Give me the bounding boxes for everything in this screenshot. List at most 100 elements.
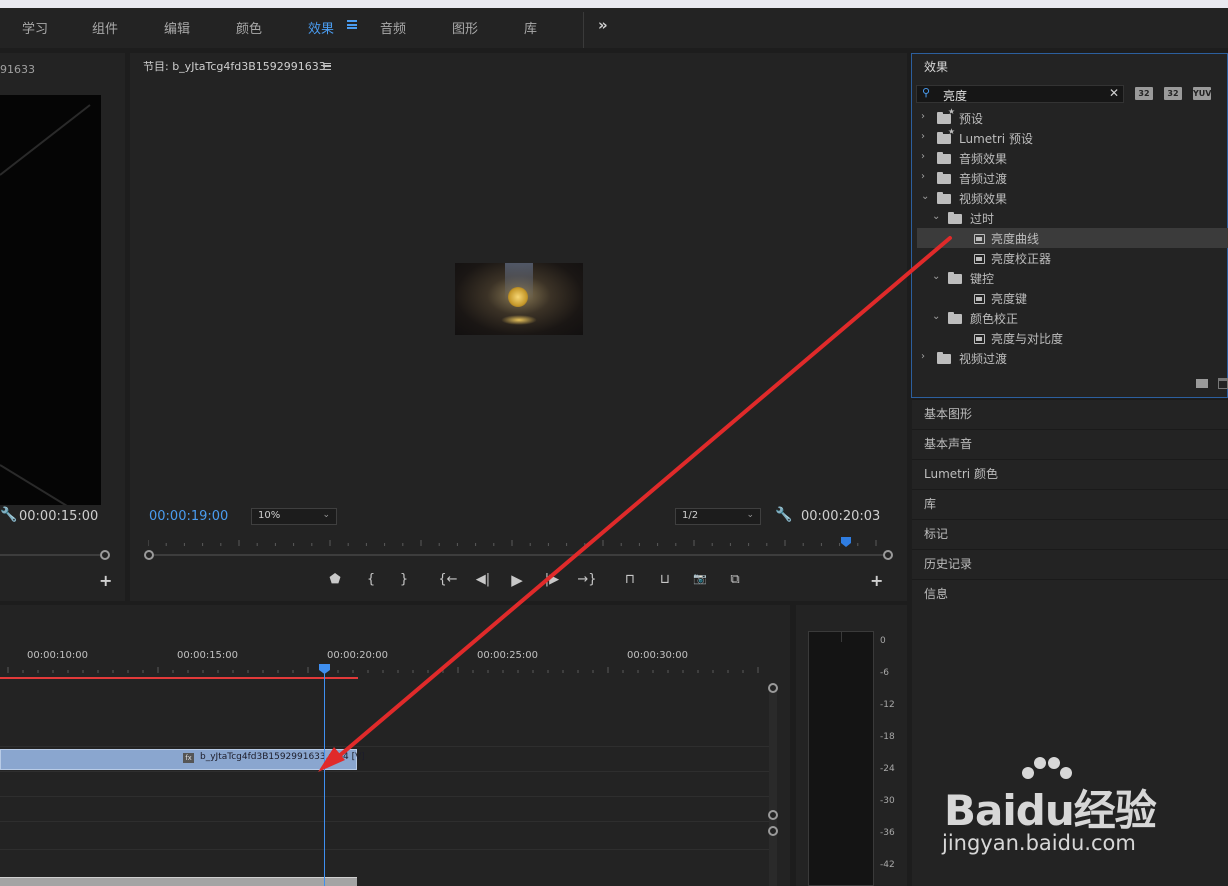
side-panel-tab[interactable]: 历史记录 xyxy=(912,549,1228,579)
step-forward-button[interactable]: |▶ xyxy=(541,572,563,587)
effects-tree-item[interactable]: › 预设 xyxy=(917,107,1228,128)
meter-label: -24 xyxy=(880,764,895,774)
comparison-view-button[interactable]: ⧉ xyxy=(724,572,746,587)
delete-icon[interactable] xyxy=(1218,378,1228,389)
effects-tree-item[interactable]: ⌄ 颜色校正 xyxy=(917,308,1228,328)
effects-tree-item[interactable]: 亮度与对比度 xyxy=(917,328,1228,348)
timeline-panel: 00:00:10:00 00:00:15:00 00:00:20:00 00:0… xyxy=(0,605,790,886)
effects-tree-item[interactable]: 亮度键 xyxy=(917,288,1228,308)
chevron-right-icon[interactable]: › xyxy=(921,351,925,362)
program-menu-icon[interactable] xyxy=(323,63,331,70)
effects-tree-item[interactable]: › 视频过渡 xyxy=(917,348,1228,368)
side-panel-tab[interactable]: Lumetri 颜色 xyxy=(912,459,1228,489)
scroll-top-handle[interactable] xyxy=(768,683,778,693)
source-add-button[interactable]: + xyxy=(99,571,112,590)
tab-learning[interactable]: 学习 xyxy=(22,18,48,37)
export-frame-button[interactable]: 📷 xyxy=(689,572,711,585)
clear-search-icon[interactable]: ✕ xyxy=(1109,86,1119,100)
video-clip[interactable]: fx b_yJtaTcg4fd3B1592991633.mp4 [V] xyxy=(0,749,365,770)
zoom-select[interactable]: 10% ⌄ xyxy=(251,508,337,525)
mark-out-button[interactable]: } xyxy=(393,572,415,587)
effects-tree-item[interactable]: 亮度曲线 xyxy=(917,228,1228,248)
watermark-logo-text: Baidu经验 xyxy=(944,786,1157,835)
program-scrub-track[interactable] xyxy=(154,554,884,556)
go-to-in-button[interactable]: {← xyxy=(437,572,459,587)
workspace-divider xyxy=(583,12,584,48)
meter-label: 0 xyxy=(880,636,886,646)
audio-clip[interactable] xyxy=(0,877,357,886)
32bit-effects-filter-icon[interactable]: 32 xyxy=(1164,87,1182,100)
step-back-button[interactable]: ◀| xyxy=(472,572,494,587)
more-workspaces-icon[interactable]: » xyxy=(598,16,608,34)
effects-tree-label: Lumetri 预设 xyxy=(959,132,1033,146)
side-panel-tab[interactable]: 信息 xyxy=(912,579,1228,609)
work-area-bar[interactable] xyxy=(0,677,358,679)
effects-tree-label: 键控 xyxy=(970,272,995,286)
zoom-select-value: 10% xyxy=(258,510,281,521)
timeline-vertical-scrollbar[interactable] xyxy=(769,689,777,886)
chevron-down-icon[interactable]: ⌄ xyxy=(932,311,940,322)
resolution-select[interactable]: 1/2 ⌄ xyxy=(675,508,761,525)
chevron-right-icon[interactable]: › xyxy=(921,131,925,142)
effects-tree-item[interactable]: ⌄ 过时 xyxy=(917,208,1228,228)
chevron-right-icon[interactable]: › xyxy=(921,151,925,162)
source-monitor-title: 91633 xyxy=(0,63,35,76)
effects-tree-item[interactable]: ⌄ 键控 xyxy=(917,268,1228,288)
side-panel-tab[interactable]: 基本图形 xyxy=(912,399,1228,429)
chevron-down-icon[interactable]: ⌄ xyxy=(932,211,940,222)
side-panel-tab[interactable]: 库 xyxy=(912,489,1228,519)
program-settings-icon[interactable]: 🔧 xyxy=(775,507,792,523)
tab-graphics[interactable]: 图形 xyxy=(452,18,478,37)
chevron-right-icon[interactable]: › xyxy=(921,111,925,122)
scroll-mid-handle[interactable] xyxy=(768,826,778,836)
effects-tree-item[interactable]: ⌄ 视频效果 xyxy=(917,188,1228,208)
chevron-down-icon[interactable]: ⌄ xyxy=(932,271,940,282)
source-scrub-track[interactable] xyxy=(0,554,100,556)
preset-folder-icon xyxy=(937,127,955,144)
effects-tree-label: 预设 xyxy=(959,112,984,126)
effects-tree-item[interactable]: › 音频过渡 xyxy=(917,168,1228,188)
new-bin-icon[interactable] xyxy=(1196,379,1208,388)
chevron-down-icon[interactable]: ⌄ xyxy=(921,191,929,202)
tab-effects[interactable]: 效果 xyxy=(308,18,334,37)
ruler-label: 00:00:25:00 xyxy=(477,650,539,661)
yuv-effects-filter-icon[interactable]: YUV xyxy=(1193,87,1211,100)
chevron-down-icon: ⌄ xyxy=(322,510,330,520)
effects-search-input[interactable]: ⚲ 亮度 ✕ xyxy=(916,85,1124,103)
program-add-button[interactable]: + xyxy=(870,571,883,590)
effects-tree-item[interactable]: › Lumetri 预设 xyxy=(917,127,1228,148)
play-button[interactable]: ▶ xyxy=(506,571,528,589)
program-monitor: 节目: b_yJtaTcg4fd3B1592991633 00:00:19:00… xyxy=(130,53,907,601)
tab-assembly[interactable]: 组件 xyxy=(92,18,118,37)
extract-button[interactable]: ⊔ xyxy=(654,572,676,587)
source-zoom-handle[interactable] xyxy=(100,550,110,560)
clip-name: b_yJtaTcg4fd3B1592991633.mp4 [V] xyxy=(200,752,365,762)
chevron-right-icon[interactable]: › xyxy=(921,171,925,182)
side-panel-tab[interactable]: 基本声音 xyxy=(912,429,1228,459)
lift-button[interactable]: ⊓ xyxy=(619,572,641,587)
tab-libraries[interactable]: 库 xyxy=(524,18,537,37)
effects-tree-item[interactable]: 亮度校正器 xyxy=(917,248,1228,268)
scroll-mid-handle[interactable] xyxy=(768,810,778,820)
source-settings-icon[interactable]: 🔧 xyxy=(0,507,17,523)
go-to-out-button[interactable]: →} xyxy=(576,572,598,587)
tab-color[interactable]: 颜色 xyxy=(236,18,262,37)
workspace-menu-icon[interactable] xyxy=(347,20,357,29)
accelerated-effects-filter-icon[interactable]: 32 xyxy=(1135,87,1153,100)
program-zoom-start-handle[interactable] xyxy=(144,550,154,560)
mark-in-button[interactable]: { xyxy=(360,572,382,587)
program-zoom-end-handle[interactable] xyxy=(883,550,893,560)
tab-audio[interactable]: 音频 xyxy=(380,18,406,37)
track-divider xyxy=(0,821,770,822)
add-marker-button[interactable]: ⬟ xyxy=(324,572,346,587)
timeline-ruler xyxy=(7,667,759,673)
ruler-label: 00:00:10:00 xyxy=(27,650,89,661)
effects-search-value: 亮度 xyxy=(943,89,968,103)
effects-tree-label: 视频过渡 xyxy=(959,352,1008,366)
side-panel-tab[interactable]: 标记 xyxy=(912,519,1228,549)
ruler-label: 00:00:15:00 xyxy=(177,650,239,661)
program-current-time[interactable]: 00:00:19:00 xyxy=(149,509,228,524)
tab-editing[interactable]: 编辑 xyxy=(164,18,190,37)
track-divider xyxy=(0,849,770,850)
effects-tree-item[interactable]: › 音频效果 xyxy=(917,148,1228,168)
